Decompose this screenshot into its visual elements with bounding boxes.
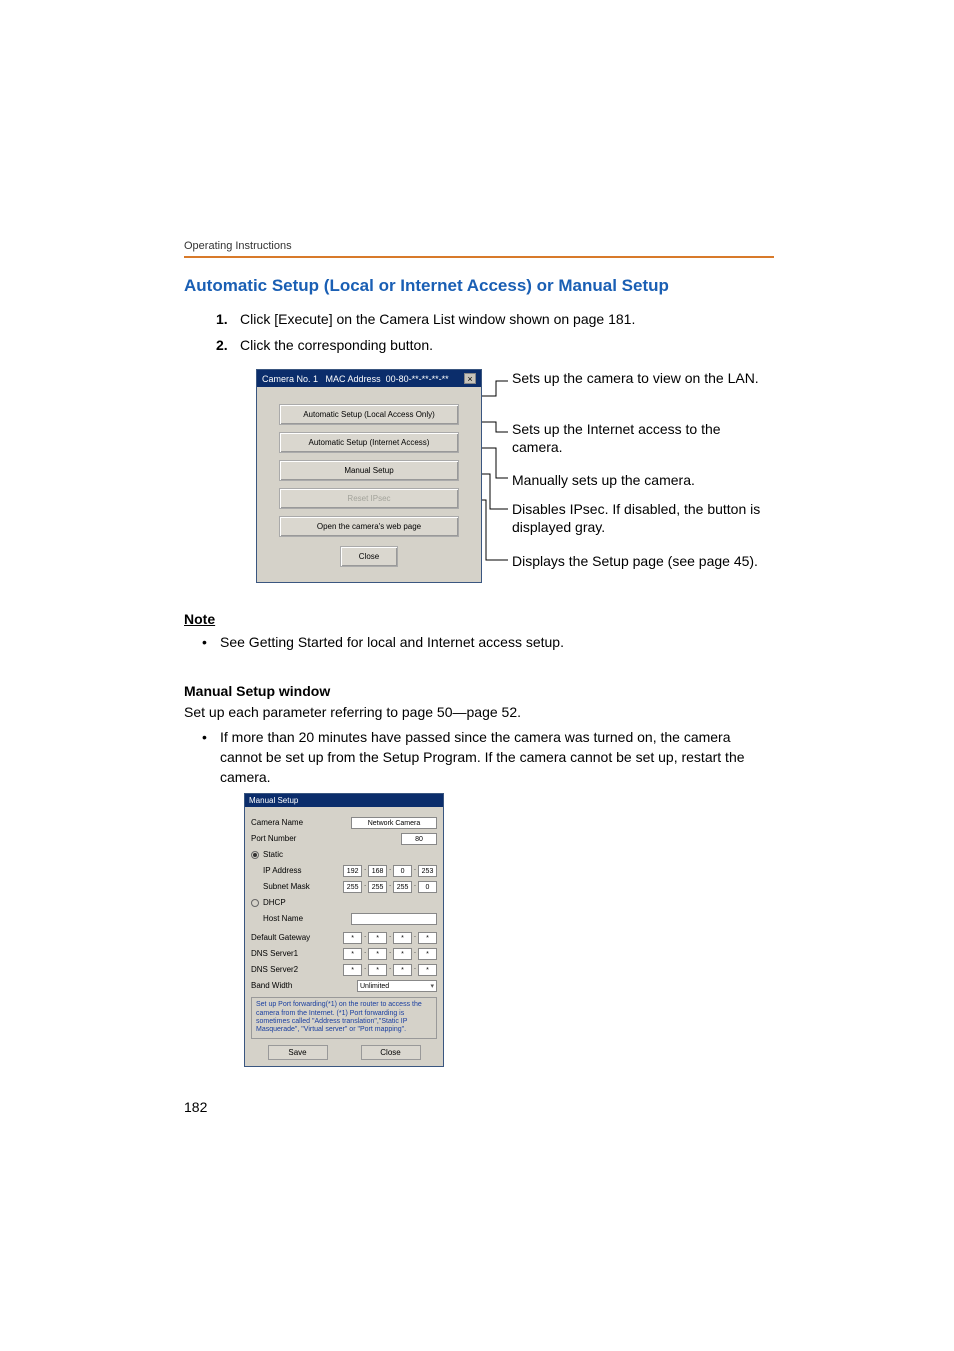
note-text: See Getting Started for local and Intern… (220, 633, 564, 653)
bullet-dot: • (202, 728, 220, 787)
dns1-label: DNS Server1 (251, 949, 343, 958)
step-1: 1. Click [Execute] on the Camera List wi… (216, 310, 774, 330)
subnet-label: Subnet Mask (263, 882, 343, 891)
auto-internet-button[interactable]: Automatic Setup (Internet Access) (279, 432, 459, 453)
step-2: 2. Click the corresponding button. (216, 336, 774, 356)
step-text: Click [Execute] on the Camera List windo… (240, 310, 635, 330)
dns1-field[interactable]: *. *. *. * (343, 948, 437, 960)
port-field[interactable]: 80 (401, 833, 437, 845)
setup-dialog: Camera No. 1 MAC Address 00-80-**-**-**-… (256, 369, 482, 583)
manual-setup-intro: Set up each parameter referring to page … (184, 703, 774, 723)
step-number: 1. (216, 310, 240, 330)
note-heading: Note (184, 611, 774, 627)
close-icon[interactable]: × (464, 373, 476, 384)
camera-name-label: Camera Name (251, 818, 351, 827)
camera-name-field[interactable]: Network Camera (351, 817, 437, 829)
gateway-label: Default Gateway (251, 933, 343, 942)
section-title: Automatic Setup (Local or Internet Acces… (184, 276, 774, 296)
callout-manual: Manually sets up the camera. (512, 471, 772, 489)
running-header: Operating Instructions (184, 240, 774, 258)
manual-setup-heading: Manual Setup window (184, 683, 774, 699)
bullet-dot: • (202, 633, 220, 653)
callout-setup-page: Displays the Setup page (see page 45). (512, 552, 772, 570)
note-bullet: • See Getting Started for local and Inte… (202, 633, 774, 653)
step-number: 2. (216, 336, 240, 356)
static-radio[interactable] (251, 851, 259, 859)
gateway-field[interactable]: *. *. *. * (343, 932, 437, 944)
close-button[interactable]: Close (340, 546, 398, 567)
dhcp-radio[interactable] (251, 899, 259, 907)
dns2-label: DNS Server2 (251, 965, 343, 974)
callout-internet: Sets up the Internet access to the camer… (512, 420, 772, 456)
save-button[interactable]: Save (268, 1045, 328, 1060)
static-label: Static (263, 850, 437, 859)
callout-lan: Sets up the camera to view on the LAN. (512, 369, 772, 387)
ip-field[interactable]: 192. 168. 0. 253 (343, 865, 437, 877)
open-web-button[interactable]: Open the camera's web page (279, 516, 459, 537)
ms-titlebar: Manual Setup (245, 794, 443, 807)
dhcp-label: DHCP (263, 898, 437, 907)
manual-setup-bullet-text: If more than 20 minutes have passed sinc… (220, 728, 774, 787)
reset-ipsec-button[interactable]: Reset IPsec (279, 488, 459, 509)
manual-setup-button[interactable]: Manual Setup (279, 460, 459, 481)
dialog-title-text: Camera No. 1 MAC Address 00-80-**-**-**-… (262, 374, 449, 384)
subnet-field[interactable]: 255. 255. 255. 0 (343, 881, 437, 893)
bandwidth-label: Band Width (251, 981, 357, 990)
auto-local-button[interactable]: Automatic Setup (Local Access Only) (279, 404, 459, 425)
host-label: Host Name (263, 914, 351, 923)
step-text: Click the corresponding button. (240, 336, 433, 356)
ip-label: IP Address (263, 866, 343, 875)
dns2-field[interactable]: *. *. *. * (343, 964, 437, 976)
ms-close-button[interactable]: Close (361, 1045, 421, 1060)
dialog-titlebar: Camera No. 1 MAC Address 00-80-**-**-**-… (257, 370, 481, 387)
port-forwarding-note: Set up Port forwarding(*1) on the router… (251, 997, 437, 1039)
port-label: Port Number (251, 834, 401, 843)
host-field[interactable] (351, 913, 437, 925)
bandwidth-select[interactable]: Unlimited (357, 980, 437, 992)
callout-ipsec: Disables IPsec. If disabled, the button … (512, 500, 772, 536)
page-number: 182 (184, 1099, 207, 1115)
manual-setup-dialog: Manual Setup Camera Name Network Camera … (244, 793, 444, 1067)
manual-setup-bullet: • If more than 20 minutes have passed si… (202, 728, 774, 787)
